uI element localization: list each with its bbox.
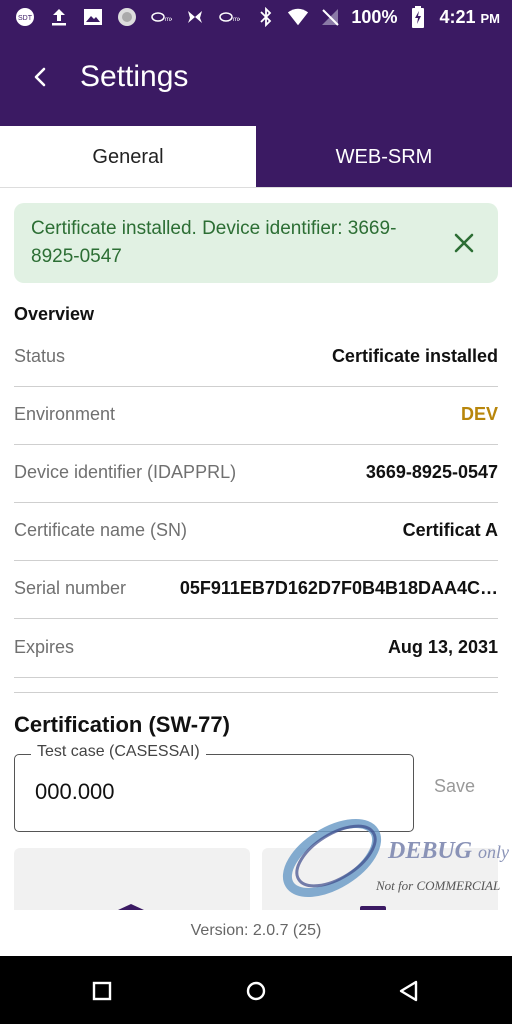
overview-row-serial-number: Serial number 05F911EB7D162D7F0B4B18DAA4… xyxy=(14,560,498,619)
row-value: 05F911EB7D162D7F0B4B18DAA4C… xyxy=(179,578,498,598)
circle-app-icon xyxy=(116,6,138,28)
butterfly-icon xyxy=(184,6,206,28)
recents-icon[interactable] xyxy=(89,978,115,1004)
banner-message: Certificate installed. Device identifier… xyxy=(31,218,397,267)
upload-icon xyxy=(48,6,70,28)
certification-heading: Certification (SW-77) xyxy=(14,712,230,737)
test-case-field: Test case (CASESSAI) xyxy=(14,743,414,832)
close-icon[interactable] xyxy=(452,231,476,255)
row-label: Device identifier (IDAPPRL) xyxy=(14,462,237,482)
no-sim-icon xyxy=(319,6,341,28)
certification-card[interactable] xyxy=(262,848,498,910)
tab-general[interactable]: General xyxy=(0,126,256,188)
overview-row-expires: Expires Aug 13, 2031 xyxy=(14,619,498,678)
card-graphic-icon xyxy=(360,906,386,910)
tab-bar: General WEB-SRM xyxy=(0,126,512,188)
section-divider xyxy=(14,692,498,693)
card-graphic-icon xyxy=(118,904,144,910)
battery-charging-icon xyxy=(407,6,429,28)
chevron-left-icon[interactable] xyxy=(28,64,54,90)
status-bar: SDT mx mx 100% 4:21 PM xyxy=(0,0,512,36)
image-icon xyxy=(82,6,104,28)
wifi-icon xyxy=(287,6,309,28)
tab-divider xyxy=(0,187,512,188)
battery-percent: 100% xyxy=(351,6,398,27)
home-icon[interactable] xyxy=(243,978,269,1004)
test-case-input[interactable] xyxy=(35,779,395,805)
bluetooth-icon xyxy=(255,6,277,28)
svg-text:mx: mx xyxy=(233,17,240,23)
app-version: Version: 2.0.7 (25) xyxy=(190,922,322,939)
tab-web-srm[interactable]: WEB-SRM xyxy=(256,126,512,188)
row-value: Certificate installed xyxy=(331,346,498,366)
overview-heading: Overview xyxy=(14,304,95,324)
page-title: Settings xyxy=(80,60,189,93)
system-nav-bar xyxy=(0,956,512,1024)
test-case-label: Test case (CASESSAI) xyxy=(31,743,206,761)
row-label: Status xyxy=(14,346,66,366)
svg-text:mx: mx xyxy=(165,17,172,23)
mx-icon: mx xyxy=(218,6,240,28)
overview-row-certificate-name: Certificate name (SN) Certificat A xyxy=(14,502,498,561)
certification-card[interactable] xyxy=(14,848,250,910)
overview-row-environment: Environment DEV xyxy=(14,386,498,445)
svg-text:SDT: SDT xyxy=(18,15,33,22)
sdt-icon: SDT xyxy=(14,6,36,28)
app-bar: Settings xyxy=(0,36,512,126)
mx-icon: mx xyxy=(150,6,172,28)
row-label: Environment xyxy=(14,404,116,424)
save-button[interactable]: Save xyxy=(434,776,475,797)
success-banner: Certificate installed. Device identifier… xyxy=(14,203,498,283)
environment-badge: DEV xyxy=(460,404,498,424)
row-value: 3669-8925-0547 xyxy=(365,462,498,482)
row-value: Aug 13, 2031 xyxy=(387,637,498,657)
row-label: Serial number xyxy=(14,578,127,598)
clock-time: 4:21 PM xyxy=(439,6,500,27)
row-value: Certificat A xyxy=(402,520,498,540)
back-nav-icon[interactable] xyxy=(396,978,422,1004)
row-label: Certificate name (SN) xyxy=(14,520,188,540)
overview-row-device-identifier: Device identifier (IDAPPRL) 3669-8925-05… xyxy=(14,444,498,503)
overview-row-status: Status Certificate installed xyxy=(14,328,498,387)
row-label: Expires xyxy=(14,637,75,657)
